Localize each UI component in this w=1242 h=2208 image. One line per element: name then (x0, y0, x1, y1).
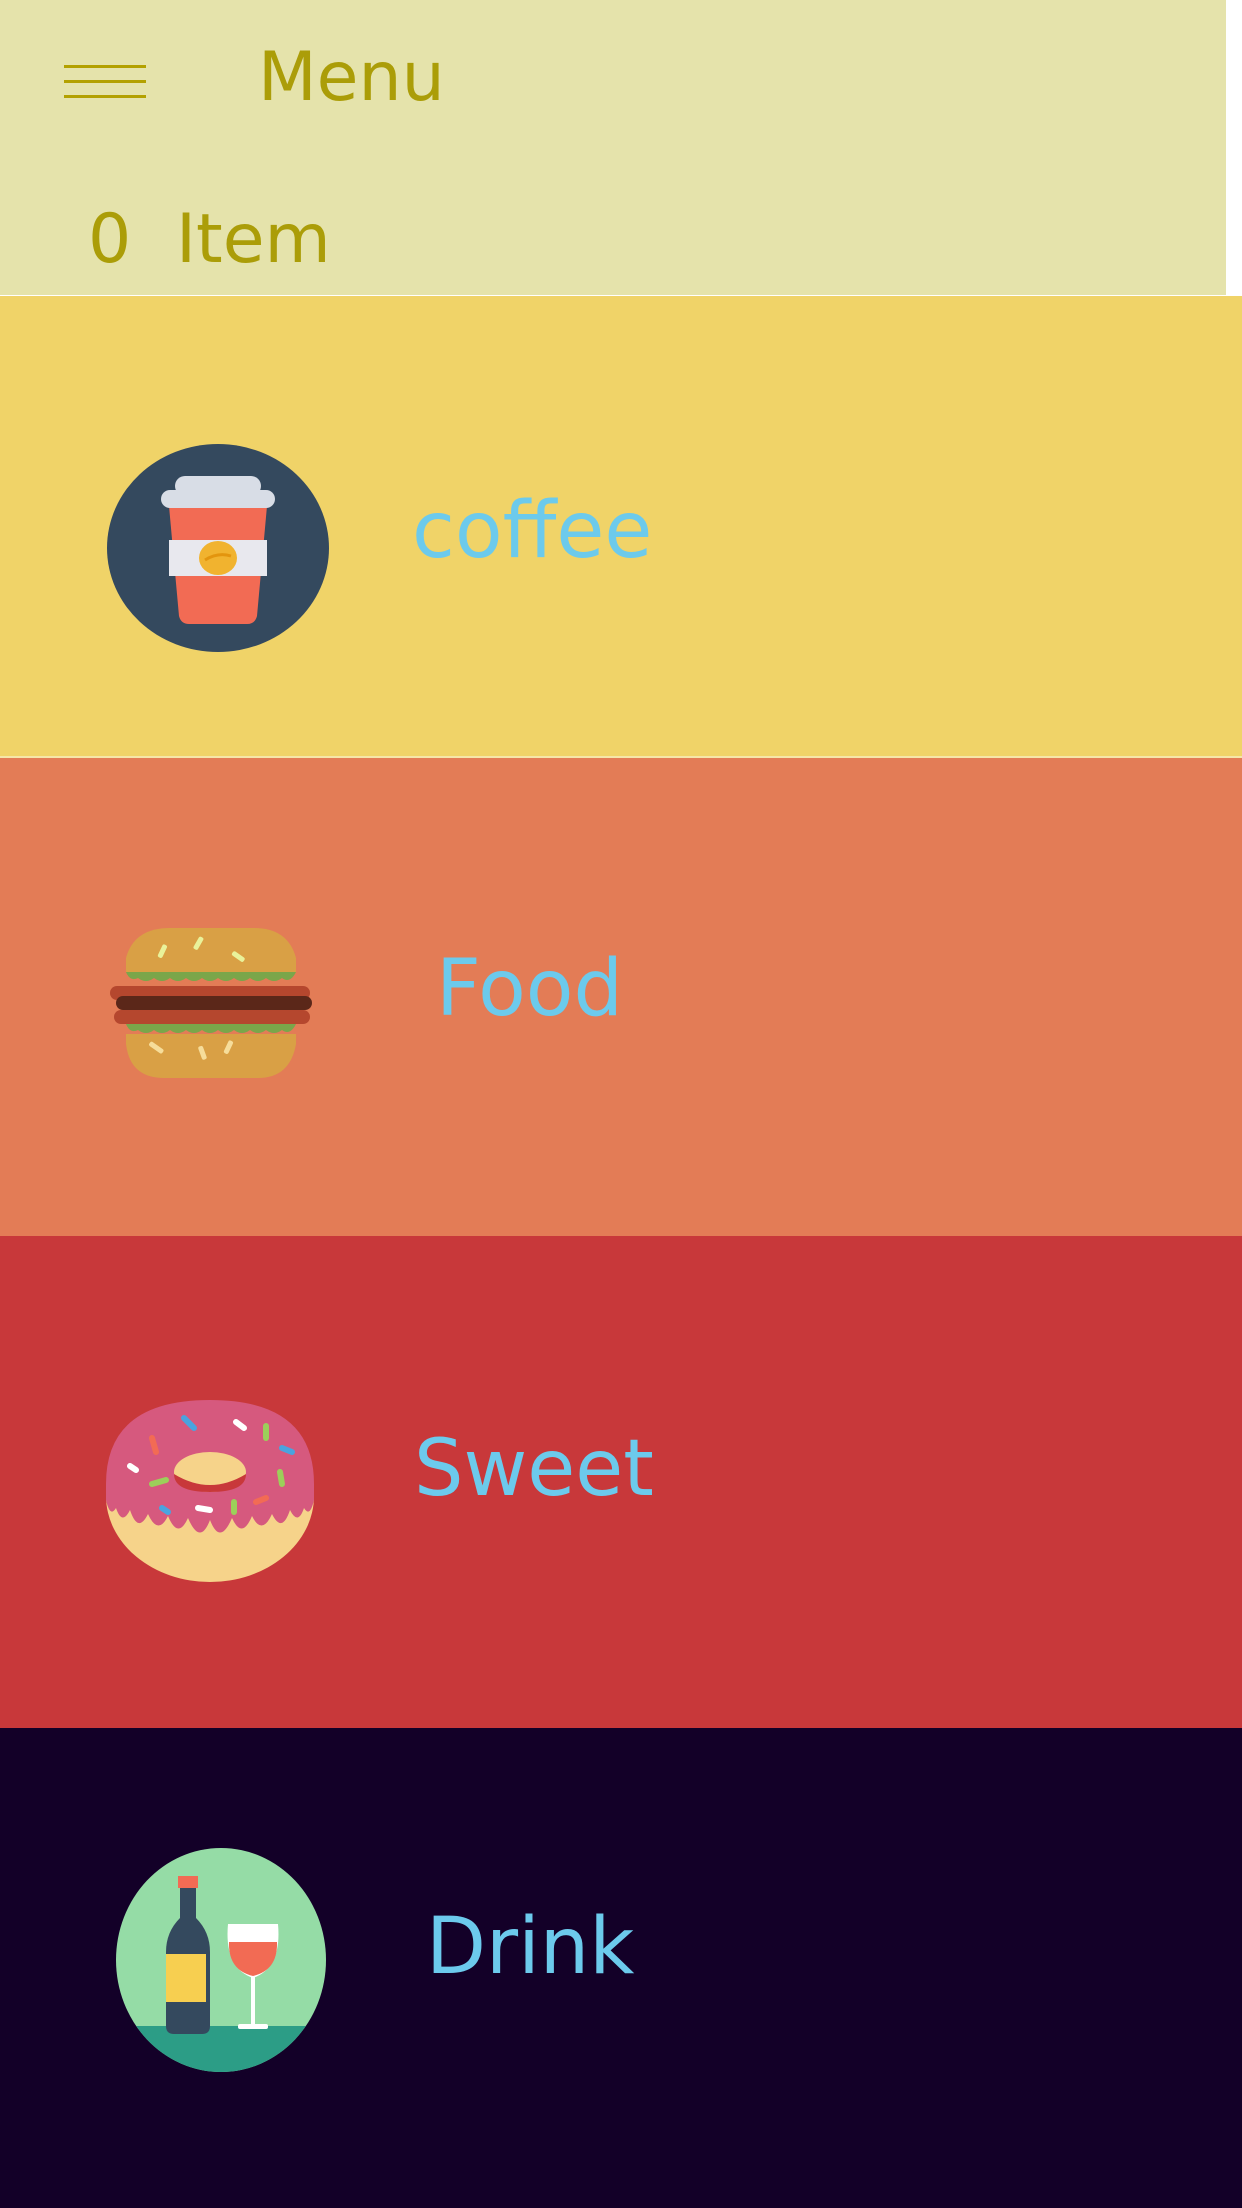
category-label-food: Food (436, 944, 624, 1034)
category-drink[interactable]: Drink (0, 1728, 1242, 2208)
category-coffee[interactable]: coffee (0, 296, 1242, 758)
donut-icon (106, 1400, 314, 1582)
burger-icon (110, 928, 312, 1078)
app-header: Menu 0 Item (0, 0, 1226, 295)
wine-bottle-glass-icon (116, 1848, 326, 2072)
cart-item-label: Item (176, 200, 331, 279)
category-label-coffee: coffee (412, 486, 653, 576)
hamburger-icon[interactable] (64, 62, 146, 102)
coffee-cup-icon (107, 444, 329, 652)
category-food[interactable]: Food (0, 758, 1242, 1236)
category-label-drink: Drink (426, 1902, 635, 1992)
category-label-sweet: Sweet (414, 1424, 654, 1514)
cart-item-count: 0 (88, 200, 132, 279)
category-sweet[interactable]: Sweet (0, 1236, 1242, 1728)
page-title: Menu (258, 38, 445, 117)
